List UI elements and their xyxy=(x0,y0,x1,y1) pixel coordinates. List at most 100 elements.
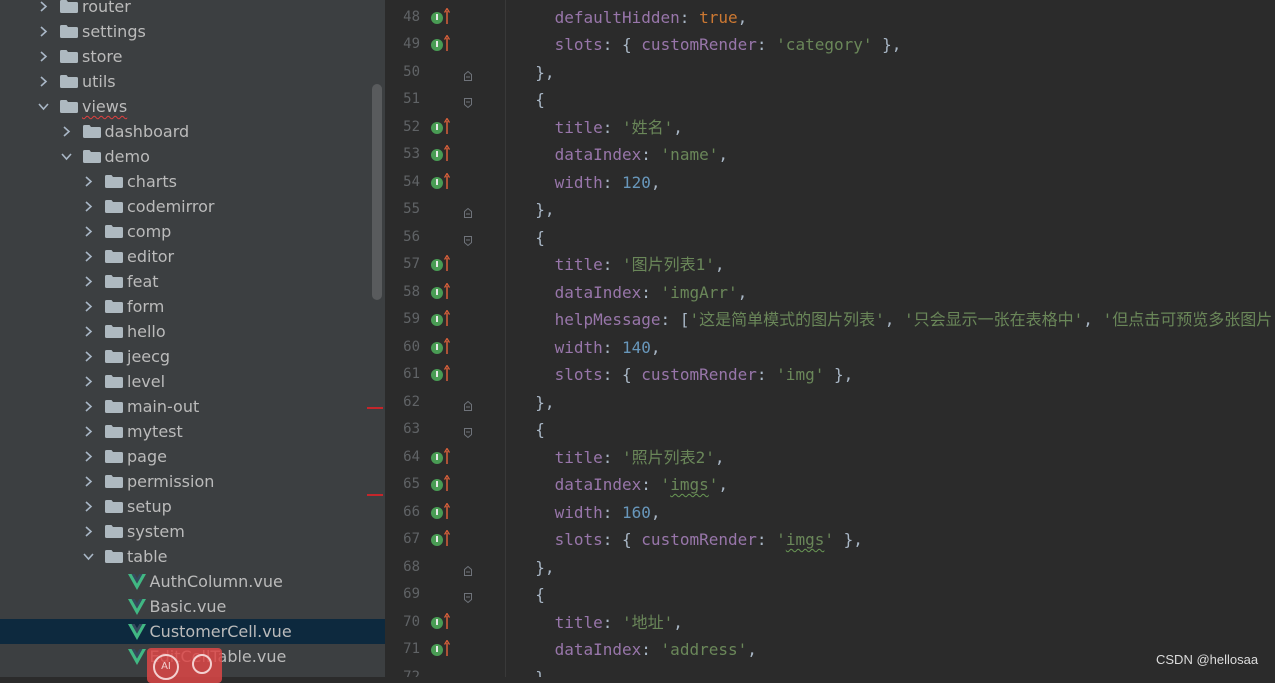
tree-folder-item[interactable]: settings xyxy=(0,19,385,44)
tree-file-item[interactable]: CustomerCell.vue xyxy=(0,619,385,644)
code-line[interactable]: 71 dataIndex: 'address', xyxy=(385,636,1275,664)
chevron-right-icon[interactable] xyxy=(81,344,95,369)
tree-folder-item[interactable]: level xyxy=(0,369,385,394)
tree-folder-item[interactable]: permission xyxy=(0,469,385,494)
code-line[interactable]: 57 title: '图片列表1', xyxy=(385,251,1275,279)
error-stripe-mark[interactable] xyxy=(367,407,383,409)
code-line[interactable]: 65 dataIndex: 'imgs', xyxy=(385,471,1275,499)
arrow-up-icon[interactable] xyxy=(443,474,451,491)
code-line[interactable]: 60 width: 140, xyxy=(385,334,1275,362)
chevron-right-icon[interactable] xyxy=(81,394,95,419)
arrow-up-icon[interactable] xyxy=(443,254,451,271)
error-stripe-mark[interactable] xyxy=(367,494,383,496)
code-line[interactable]: 70 title: '地址', xyxy=(385,609,1275,637)
chevron-right-icon[interactable] xyxy=(36,44,50,69)
implementation-gutter-icon[interactable] xyxy=(431,286,443,299)
arrow-up-icon[interactable] xyxy=(443,364,451,381)
arrow-up-icon[interactable] xyxy=(443,639,451,656)
fold-marker-icon[interactable] xyxy=(464,203,472,218)
chevron-right-icon[interactable] xyxy=(81,219,95,244)
tree-folder-item[interactable]: codemirror xyxy=(0,194,385,219)
tree-folder-item[interactable]: editor xyxy=(0,244,385,269)
arrow-up-icon[interactable] xyxy=(443,336,451,354)
implementation-gutter-icon[interactable] xyxy=(431,341,443,354)
code-line[interactable]: 56 { xyxy=(385,224,1275,252)
tree-folder-item[interactable]: page xyxy=(0,444,385,469)
chevron-right-icon[interactable] xyxy=(36,69,50,94)
code-line[interactable]: 51 { xyxy=(385,86,1275,114)
chevron-right-icon[interactable] xyxy=(81,444,95,469)
arrow-up-icon[interactable] xyxy=(443,34,451,51)
implementation-gutter-icon[interactable] xyxy=(431,314,443,326)
chevron-right-icon[interactable] xyxy=(81,269,95,294)
tree-folder-item[interactable]: router xyxy=(0,0,385,19)
implementation-gutter-icon[interactable] xyxy=(431,121,443,134)
tree-folder-item[interactable]: store xyxy=(0,44,385,69)
arrow-up-icon[interactable] xyxy=(443,6,451,24)
implementation-gutter-icon[interactable] xyxy=(431,451,443,464)
search-icon[interactable] xyxy=(192,654,212,674)
implementation-gutter-icon[interactable] xyxy=(431,11,443,24)
implementation-gutter-icon[interactable] xyxy=(431,369,443,381)
code-line[interactable]: 52 title: '姓名', xyxy=(385,114,1275,142)
chevron-right-icon[interactable] xyxy=(81,194,95,219)
implementation-gutter-icon[interactable] xyxy=(431,616,443,629)
tree-folder-item[interactable]: dashboard xyxy=(0,119,385,144)
chevron-down-icon[interactable] xyxy=(81,544,95,569)
chevron-right-icon[interactable] xyxy=(81,244,95,269)
tree-folder-item[interactable]: utils xyxy=(0,69,385,94)
fold-marker-icon[interactable] xyxy=(464,93,472,109)
code-line[interactable]: 63 { xyxy=(385,416,1275,444)
code-line[interactable]: 55 }, xyxy=(385,196,1275,224)
fold-marker-icon[interactable] xyxy=(464,423,472,439)
chevron-right-icon[interactable] xyxy=(59,119,73,144)
implementation-gutter-icon[interactable] xyxy=(431,506,443,519)
chevron-right-icon[interactable] xyxy=(81,319,95,344)
tree-scrollbar[interactable] xyxy=(372,84,382,300)
tree-folder-item[interactable]: hello xyxy=(0,319,385,344)
tree-folder-item[interactable]: demo xyxy=(0,144,385,169)
code-line[interactable]: 53 dataIndex: 'name', xyxy=(385,141,1275,169)
chevron-right-icon[interactable] xyxy=(81,519,95,544)
code-editor[interactable]: 48 defaultHidden: true, 49 slots: { custo… xyxy=(385,0,1275,677)
chevron-down-icon[interactable] xyxy=(36,94,50,119)
fold-marker-icon[interactable] xyxy=(464,66,472,81)
implementation-gutter-icon[interactable] xyxy=(431,39,443,51)
tree-folder-item[interactable]: comp xyxy=(0,219,385,244)
code-line[interactable]: 69 { xyxy=(385,581,1275,609)
code-line[interactable]: 66 width: 160, xyxy=(385,499,1275,527)
arrow-up-icon[interactable] xyxy=(443,144,451,161)
implementation-gutter-icon[interactable] xyxy=(431,534,443,546)
code-line[interactable]: 50 }, xyxy=(385,59,1275,87)
implementation-gutter-icon[interactable] xyxy=(431,149,443,161)
arrow-up-icon[interactable] xyxy=(443,446,451,464)
fold-marker-icon[interactable] xyxy=(464,561,472,576)
chevron-right-icon[interactable] xyxy=(81,494,95,519)
code-line[interactable]: 54 width: 120, xyxy=(385,169,1275,197)
code-line[interactable]: 48 defaultHidden: true, xyxy=(385,4,1275,32)
arrow-up-icon[interactable] xyxy=(443,171,451,189)
code-line[interactable]: 61 slots: { customRender: 'img' }, xyxy=(385,361,1275,389)
chevron-right-icon[interactable] xyxy=(36,19,50,44)
tree-folder-item[interactable]: charts xyxy=(0,169,385,194)
arrow-up-icon[interactable] xyxy=(443,501,451,519)
arrow-up-icon[interactable] xyxy=(443,116,451,134)
implementation-gutter-icon[interactable] xyxy=(431,644,443,656)
tree-folder-item[interactable]: form xyxy=(0,294,385,319)
implementation-gutter-icon[interactable] xyxy=(431,176,443,189)
arrow-up-icon[interactable] xyxy=(443,309,451,326)
code-line[interactable]: 68 }, xyxy=(385,554,1275,582)
code-line[interactable]: 49 slots: { customRender: 'category' }, xyxy=(385,31,1275,59)
chevron-down-icon[interactable] xyxy=(59,144,73,169)
code-line[interactable]: 64 title: '照片列表2', xyxy=(385,444,1275,472)
tree-file-item[interactable]: Basic.vue xyxy=(0,594,385,619)
chevron-right-icon[interactable] xyxy=(81,369,95,394)
code-line[interactable]: 59 helpMessage: ['这是简单模式的图片列表', '只会显示一张在… xyxy=(385,306,1275,334)
ai-assistant-button[interactable]: AI xyxy=(153,654,179,680)
tree-file-item[interactable]: AuthColumn.vue xyxy=(0,569,385,594)
chevron-right-icon[interactable] xyxy=(81,294,95,319)
implementation-gutter-icon[interactable] xyxy=(431,479,443,491)
tree-folder-item[interactable]: setup xyxy=(0,494,385,519)
implementation-gutter-icon[interactable] xyxy=(431,259,443,271)
chevron-right-icon[interactable] xyxy=(81,419,95,444)
